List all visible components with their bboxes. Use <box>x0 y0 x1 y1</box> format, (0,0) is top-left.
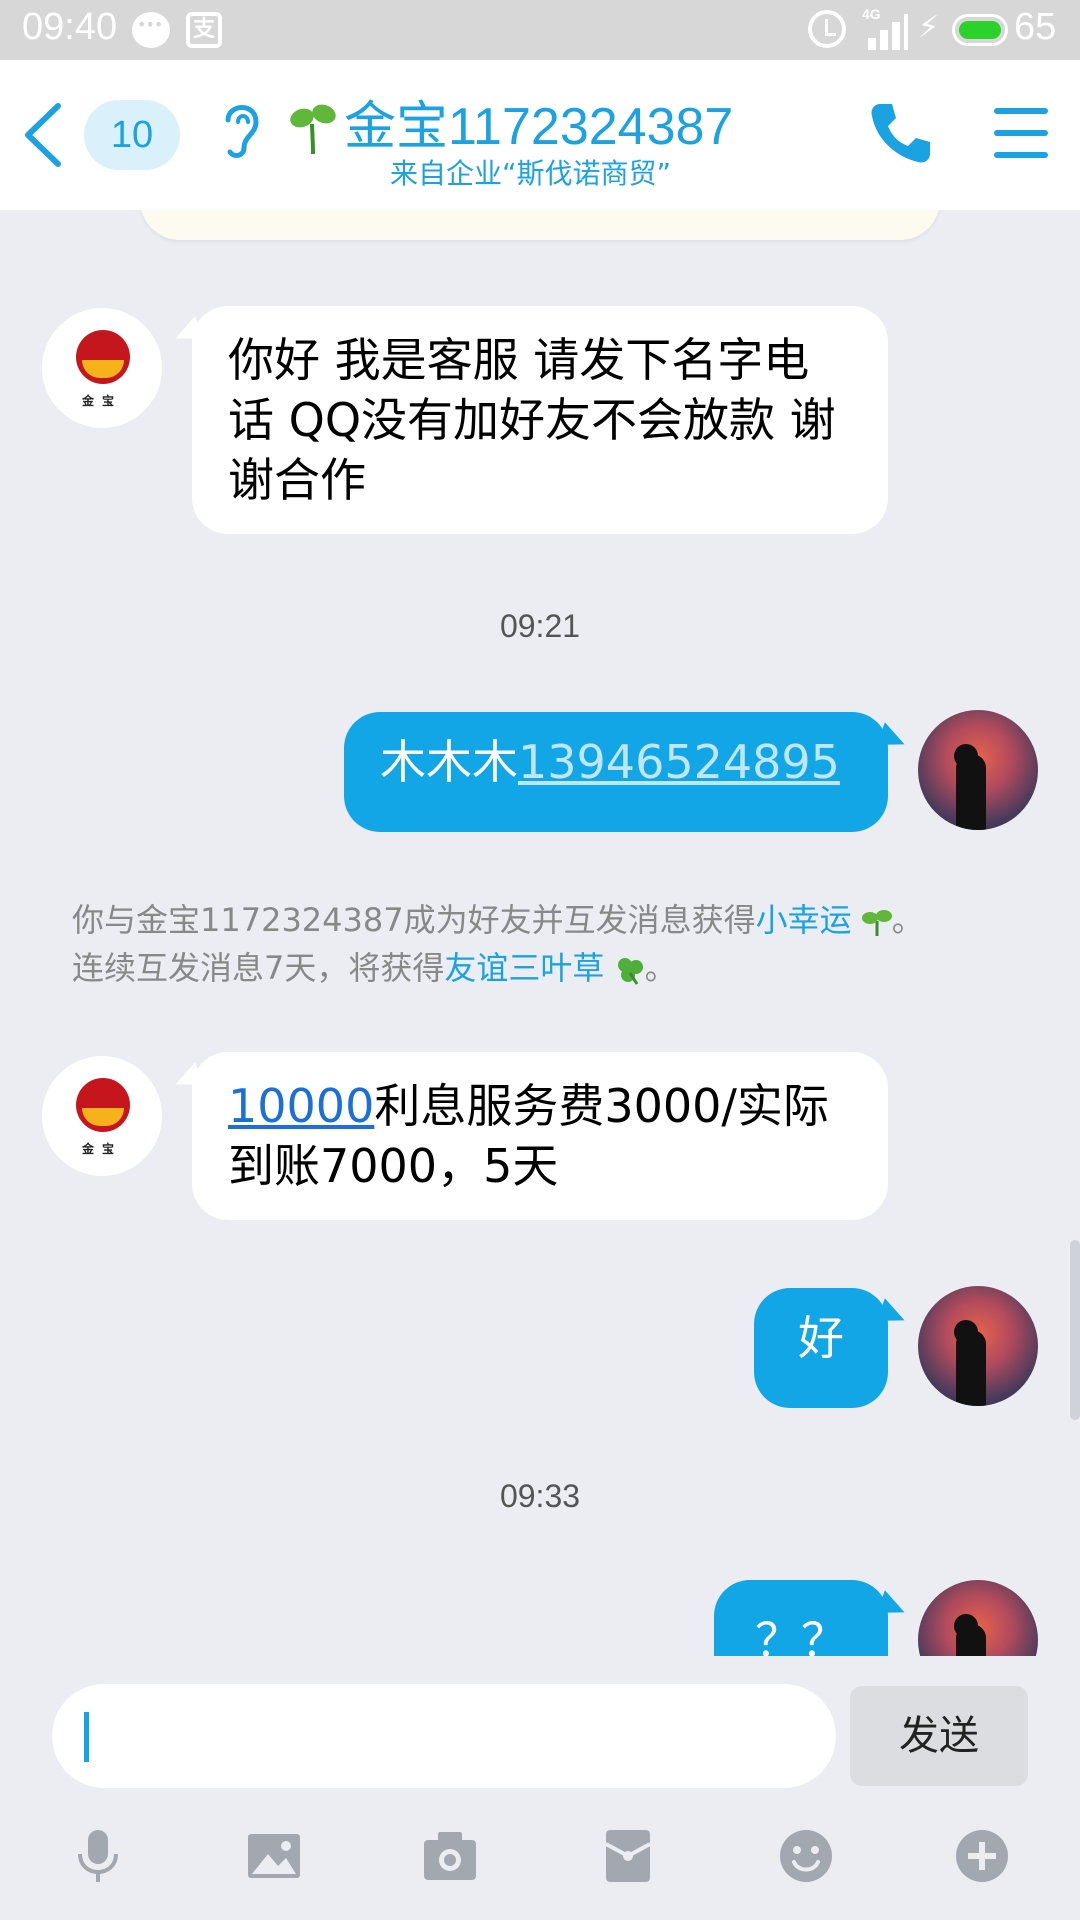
logo-text: 金宝 <box>81 394 122 408</box>
mic-icon[interactable] <box>68 1826 128 1886</box>
message-time: 09:21 <box>499 608 581 644</box>
message-bubble-outgoing[interactable]: 木木木13946524895 <box>344 712 888 832</box>
battery-percent: 65 <box>1014 6 1057 48</box>
charging-icon: ⚡ <box>918 10 940 45</box>
gold-logo <box>76 1078 130 1132</box>
clover-icon <box>617 958 643 985</box>
scrollbar[interactable] <box>1070 1240 1080 1420</box>
alipay-notification-icon: 支 <box>186 12 222 48</box>
amount-link[interactable]: 10000 <box>228 1079 374 1133</box>
my-avatar[interactable] <box>918 1580 1038 1656</box>
camera-icon[interactable] <box>420 1826 480 1886</box>
status-time: 09:40 <box>22 6 118 48</box>
contact-company: 来自企业“斯伐诺商贸” <box>390 157 672 190</box>
system-notice: 你与金宝1172324387成为好友并互发消息获得小幸运 。 连续互发消息7天，… <box>72 896 1032 992</box>
message-text: 你好 我是客服 请发下名字电话 QQ没有加好友不会放款 谢谢合作 <box>228 333 836 507</box>
message-bubble-incoming[interactable]: 你好 我是客服 请发下名字电话 QQ没有加好友不会放款 谢谢合作 <box>192 306 888 534</box>
message-bubble-outgoing[interactable]: ？？ <box>714 1580 888 1656</box>
image-icon[interactable] <box>244 1826 304 1886</box>
sender-name-text: 木木木 <box>380 735 518 789</box>
emoji-icon[interactable] <box>776 1826 836 1886</box>
back-icon[interactable] <box>18 100 78 170</box>
message-bubble-outgoing[interactable]: 好 <box>754 1288 888 1408</box>
red-packet-icon[interactable] <box>598 1826 658 1886</box>
contact-name[interactable]: 金宝1172324387 <box>344 84 733 159</box>
alarm-icon <box>808 10 846 48</box>
text-cursor <box>84 1712 89 1762</box>
input-bar: 发送 <box>0 1656 1080 1920</box>
plus-icon[interactable] <box>952 1826 1012 1886</box>
notice-punct: 。 <box>644 949 677 987</box>
little-luck-link[interactable]: 小幸运 <box>756 901 852 939</box>
message-bubble-incoming[interactable]: 10000利息服务费3000/实际到账7000，5天 <box>192 1052 888 1220</box>
message-time: 09:33 <box>499 1478 581 1514</box>
message-text: 好 <box>798 1311 844 1365</box>
signal-icon <box>860 10 908 50</box>
my-avatar[interactable] <box>918 710 1038 830</box>
notice-text: 你与金宝1172324387成为好友并互发消息获得 <box>72 901 756 939</box>
contact-avatar[interactable]: 金宝 <box>42 308 162 428</box>
chat-area[interactable]: 金宝 你好 我是客服 请发下名字电话 QQ没有加好友不会放款 谢谢合作 09:2… <box>0 210 1080 1656</box>
ear-icon[interactable] <box>218 98 262 162</box>
message-input[interactable] <box>52 1684 836 1788</box>
chat-header: 10 金宝1172324387 来自企业“斯伐诺商贸” <box>0 60 1080 210</box>
message-notification-icon <box>132 12 170 48</box>
battery-icon <box>952 14 1008 46</box>
pinned-card <box>140 210 940 240</box>
send-button[interactable]: 发送 <box>850 1686 1028 1786</box>
phone-number-link[interactable]: 13946524895 <box>518 735 840 789</box>
sprout-icon <box>290 104 336 155</box>
unread-count-badge[interactable]: 10 <box>84 100 180 170</box>
menu-icon[interactable] <box>994 108 1048 158</box>
my-avatar[interactable] <box>918 1286 1038 1406</box>
phone-icon[interactable] <box>866 98 936 168</box>
sprout-icon <box>861 910 892 936</box>
friendship-clover-link[interactable]: 友谊三叶草 <box>444 949 604 987</box>
status-bar: 09:40 支 4G ⚡ 65 <box>0 0 1080 60</box>
message-text: ？？ <box>755 1613 847 1656</box>
notice-punct: 。 <box>891 901 924 939</box>
notice-text: 连续互发消息7天，将获得 <box>72 949 445 987</box>
logo-text: 金宝 <box>81 1142 122 1156</box>
contact-avatar[interactable]: 金宝 <box>42 1056 162 1176</box>
gold-logo <box>76 330 130 384</box>
